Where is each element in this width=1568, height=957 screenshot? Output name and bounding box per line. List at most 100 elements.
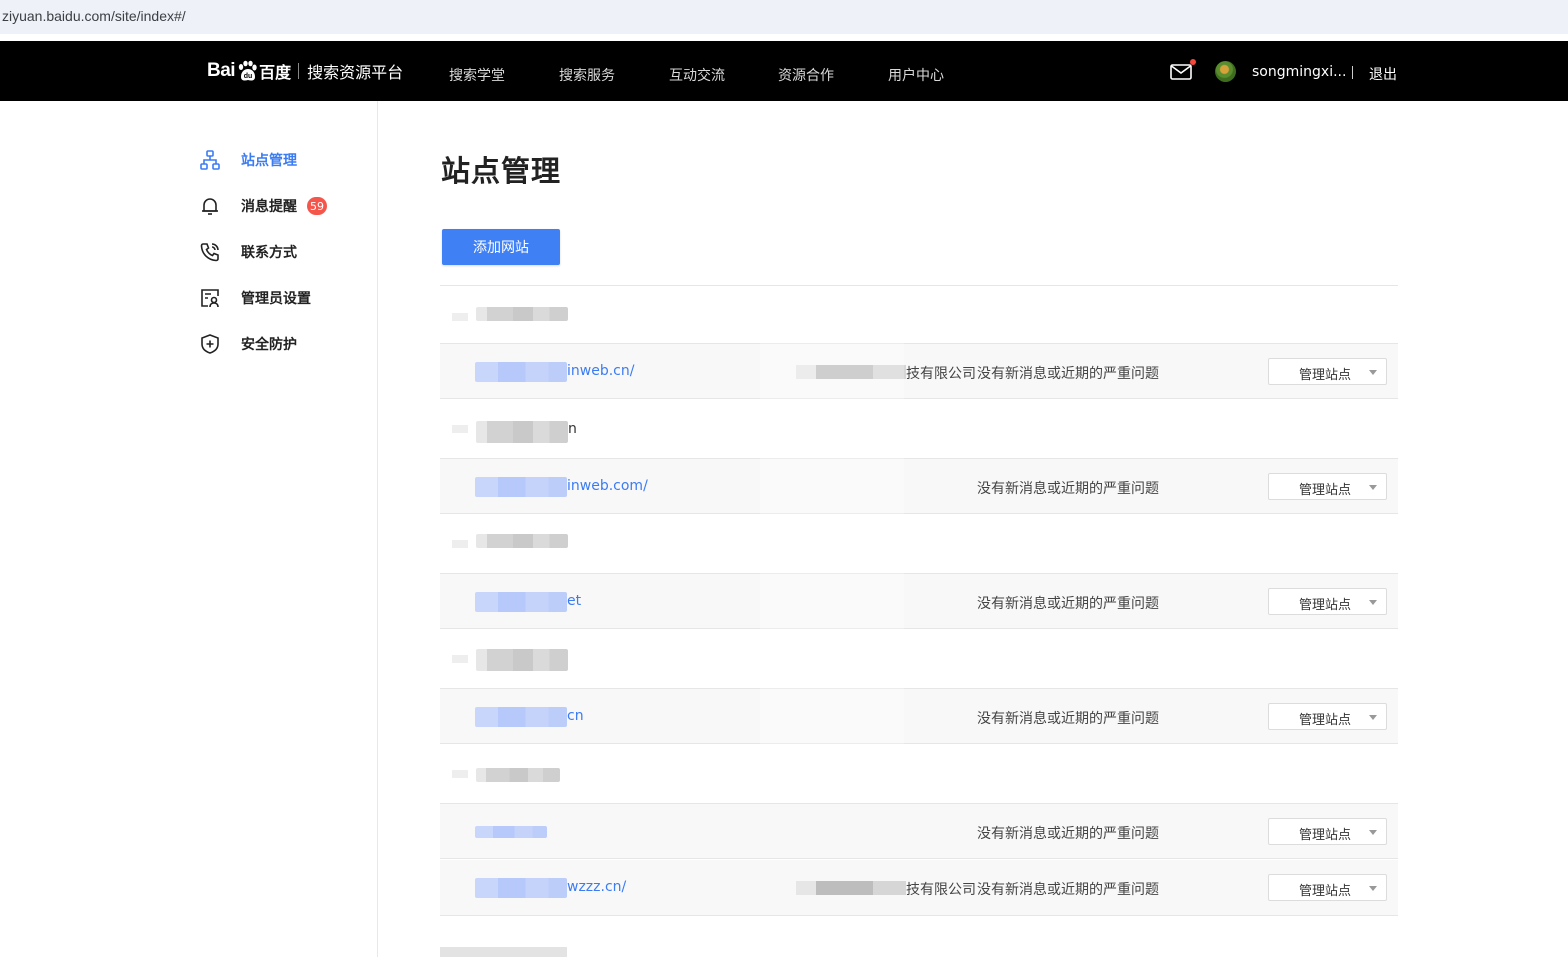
sidebar-item-admin-settings[interactable]: 管理员设置 xyxy=(199,286,311,310)
nav-interaction[interactable]: 互动交流 xyxy=(669,65,725,85)
manage-site-dropdown[interactable]: 管理站点 xyxy=(1268,588,1387,615)
group-header xyxy=(440,516,1398,573)
manage-site-label: 管理站点 xyxy=(1299,884,1352,899)
caret-down-icon xyxy=(1369,886,1377,891)
manage-site-label: 管理站点 xyxy=(1299,598,1352,613)
caret-down-icon xyxy=(1369,830,1377,835)
redacted-block xyxy=(452,313,468,321)
caret-down-icon xyxy=(1369,600,1377,605)
mail-icon[interactable] xyxy=(1170,64,1192,80)
list-divider xyxy=(440,285,1398,286)
caret-down-icon xyxy=(1369,715,1377,720)
paw-icon: du xyxy=(236,60,258,82)
site-url-link[interactable]: cn xyxy=(567,708,584,724)
manage-site-dropdown[interactable]: 管理站点 xyxy=(1268,473,1387,500)
redacted-owner xyxy=(796,881,906,895)
notification-dot xyxy=(1190,59,1196,65)
redacted-block xyxy=(452,770,468,778)
baidu-logo[interactable]: Bai du 百度 搜索资源平台 xyxy=(207,59,403,83)
site-status: 没有新消息或近期的严重问题 xyxy=(977,596,1159,612)
sidebar-item-security[interactable]: 安全防护 xyxy=(199,332,297,356)
platform-name: 搜索资源平台 xyxy=(307,63,404,82)
caret-down-icon xyxy=(1369,370,1377,375)
redacted-url xyxy=(475,878,567,898)
sidebar-item-label: 安全防护 xyxy=(241,337,297,353)
caret-down-icon xyxy=(1369,485,1377,490)
table-row: cn 没有新消息或近期的严重问题 管理站点 xyxy=(440,688,1398,744)
group-name: n xyxy=(568,421,577,437)
manage-site-label: 管理站点 xyxy=(1299,483,1352,498)
sidebar: 站点管理 消息提醒 59 联系方式 管理员设置 安全防护 xyxy=(0,101,378,957)
address-url[interactable]: ziyuan.baidu.com/site/index#/ xyxy=(2,8,186,24)
redacted-url xyxy=(475,707,567,727)
logo-divider xyxy=(298,63,300,79)
table-row: et 没有新消息或近期的严重问题 管理站点 xyxy=(440,573,1398,629)
redacted-block xyxy=(452,655,468,663)
redacted-block xyxy=(452,425,468,433)
sidebar-item-label: 站点管理 xyxy=(241,153,297,169)
redacted-group-name xyxy=(476,534,568,548)
manage-site-label: 管理站点 xyxy=(1299,368,1352,383)
shield-plus-icon xyxy=(199,333,221,355)
manage-site-dropdown[interactable]: 管理站点 xyxy=(1268,703,1387,730)
sidebar-item-label: 消息提醒 xyxy=(241,199,297,215)
group-header xyxy=(440,746,1398,803)
sidebar-item-contact[interactable]: 联系方式 xyxy=(199,240,297,264)
nav-user-center[interactable]: 用户中心 xyxy=(888,65,944,85)
redacted-block xyxy=(440,947,567,957)
phone-icon xyxy=(199,241,221,263)
table-row: inweb.cn/ 技有限公司 没有新消息或近期的严重问题 管理站点 xyxy=(440,343,1398,399)
sidebar-item-label: 联系方式 xyxy=(241,245,297,261)
site-url-link[interactable]: inweb.cn/ xyxy=(567,363,634,379)
group-header: n xyxy=(440,401,1398,458)
avatar[interactable] xyxy=(1215,61,1236,82)
site-status: 没有新消息或近期的严重问题 xyxy=(977,826,1159,842)
site-url-link[interactable]: et xyxy=(567,593,581,609)
manage-site-dropdown[interactable]: 管理站点 xyxy=(1268,358,1387,385)
redacted-group-name xyxy=(476,307,568,321)
site-status: 没有新消息或近期的严重问题 xyxy=(977,481,1159,497)
nav-cooperation[interactable]: 资源合作 xyxy=(778,65,834,85)
manage-site-dropdown[interactable]: 管理站点 xyxy=(1268,818,1387,845)
toolbar-gap xyxy=(0,34,1568,41)
redacted-group-name xyxy=(476,421,568,443)
table-row: wzzz.cn/ 技有限公司 没有新消息或近期的严重问题 管理站点 xyxy=(440,860,1398,916)
owner-name: 技有限公司 xyxy=(906,366,976,382)
sidebar-item-site-management[interactable]: 站点管理 xyxy=(199,148,297,172)
logo-cn-text: 百度 xyxy=(259,63,292,82)
sidebar-item-label: 管理员设置 xyxy=(241,291,311,307)
logo-bai-text: Bai xyxy=(207,60,236,81)
page-title: 站点管理 xyxy=(441,154,562,188)
nav-search-academy[interactable]: 搜索学堂 xyxy=(449,65,505,85)
table-row: 没有新消息或近期的严重问题 管理站点 xyxy=(440,803,1398,859)
add-site-button[interactable]: 添加网站 xyxy=(442,229,560,265)
admin-card-icon xyxy=(199,287,221,309)
manage-site-dropdown[interactable]: 管理站点 xyxy=(1268,874,1387,901)
group-header xyxy=(440,289,1398,346)
table-row: inweb.com/ 没有新消息或近期的严重问题 管理站点 xyxy=(440,458,1398,514)
site-status: 没有新消息或近期的严重问题 xyxy=(977,711,1159,727)
group-header xyxy=(440,631,1398,688)
top-nav: Bai du 百度 搜索资源平台 搜索学堂 搜索服务 互动交流 资源合作 用户中… xyxy=(0,41,1568,101)
owner-name: 技有限公司 xyxy=(906,882,976,898)
redacted-group-name xyxy=(476,649,568,671)
manage-site-label: 管理站点 xyxy=(1299,713,1352,728)
nav-search-service[interactable]: 搜索服务 xyxy=(559,65,615,85)
site-url-link[interactable]: inweb.com/ xyxy=(567,478,648,494)
sitemap-icon xyxy=(199,149,221,171)
address-bar[interactable]: ziyuan.baidu.com/site/index#/ xyxy=(0,0,1568,35)
redacted-url xyxy=(475,362,567,382)
redacted-url xyxy=(475,826,547,838)
username[interactable]: songmingxi... xyxy=(1252,64,1346,80)
manage-site-label: 管理站点 xyxy=(1299,828,1352,843)
svg-text:du: du xyxy=(244,73,253,80)
header-divider xyxy=(1352,66,1353,79)
redacted-group-name xyxy=(476,768,560,782)
site-url-link[interactable]: wzzz.cn/ xyxy=(567,879,626,895)
logout-link[interactable]: 退出 xyxy=(1369,64,1397,84)
unread-badge: 59 xyxy=(307,197,327,215)
sidebar-item-notifications[interactable]: 消息提醒 59 xyxy=(199,194,327,218)
bell-icon xyxy=(199,195,221,217)
redacted-block xyxy=(452,540,468,548)
redacted-url xyxy=(475,477,567,497)
